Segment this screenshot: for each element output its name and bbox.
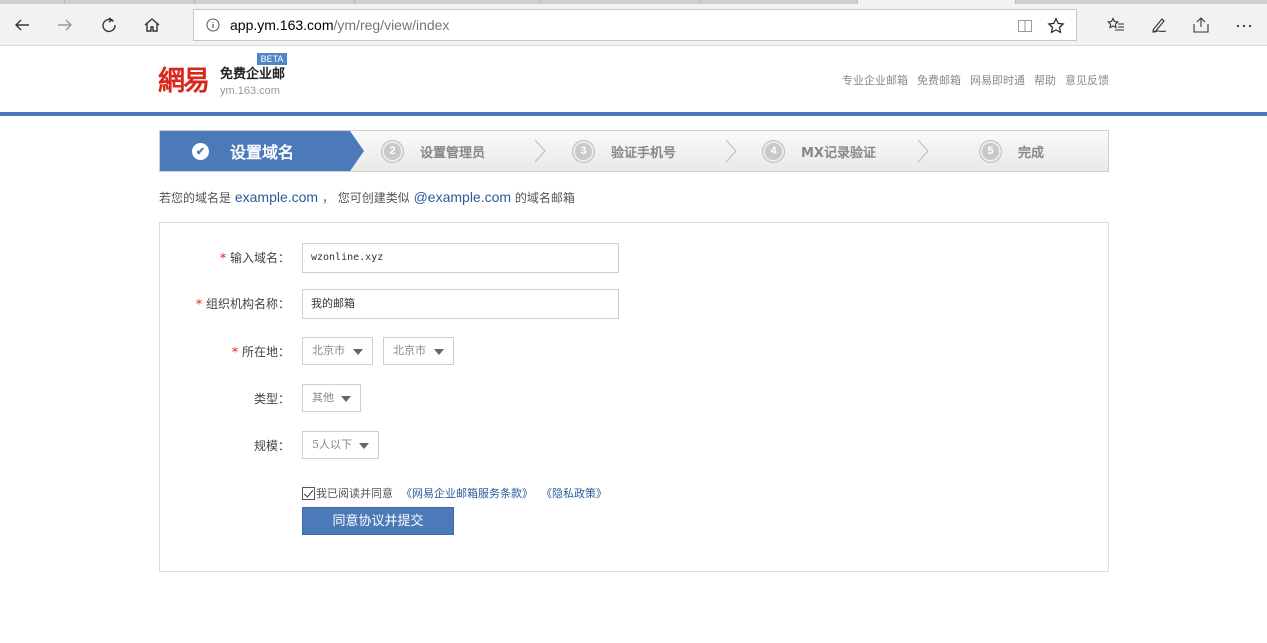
location-row: * 所在地： 北京市 北京市: [160, 337, 1110, 367]
city-value: 北京市: [393, 344, 426, 357]
logo-title: 免费企业邮: [220, 67, 286, 82]
refresh-button[interactable]: [94, 10, 124, 40]
type-select[interactable]: 其他: [302, 384, 361, 412]
step-label: 完成: [1018, 145, 1045, 161]
check-icon: ✔: [190, 140, 211, 162]
caret-down-icon: [353, 349, 363, 355]
location-label: * 所在地：: [232, 343, 290, 360]
caret-down-icon: [434, 349, 444, 355]
hint-example-email: @example.com: [413, 189, 512, 205]
nav-link-feedback[interactable]: 意见反馈: [1065, 72, 1109, 88]
site-header: 網易 BETA 免费企业邮 ym.163.com 专业企业邮箱 免费邮箱 网易即…: [0, 47, 1267, 112]
chevron-right-icon: [725, 139, 737, 163]
step-label: 设置管理员: [420, 145, 486, 161]
registration-form: * 输入域名： wzonline.xyz * 组织机构名称： 我的邮箱 * 所在地： …: [159, 222, 1109, 572]
domain-row: * 输入域名： wzonline.xyz: [160, 243, 1110, 273]
hint-prefix: 若您的域名是: [159, 191, 232, 205]
favorites-button[interactable]: [1105, 14, 1127, 36]
org-name-input[interactable]: 我的邮箱: [302, 289, 619, 319]
type-label: 类型：: [253, 392, 290, 406]
step-5: 5 完成: [980, 131, 1044, 171]
arrow-left-icon: [15, 19, 29, 31]
logo-subtitle: ym.163.com: [220, 85, 280, 97]
star-icon[interactable]: [1047, 17, 1065, 35]
agree-checkbox[interactable]: [302, 486, 315, 500]
step-1: ✔ 设置域名: [190, 131, 294, 171]
hint-middle: ， 您可创建类似: [321, 191, 410, 205]
arrow-right-icon: [58, 19, 72, 31]
scale-select[interactable]: 5人以下: [302, 431, 379, 459]
domain-input[interactable]: wzonline.xyz: [302, 243, 619, 273]
agree-text: 我已阅读并同意: [316, 487, 393, 500]
active-step-arrow: [350, 131, 364, 171]
hint-suffix: 的域名邮箱: [514, 191, 575, 205]
required-mark: *: [219, 251, 226, 265]
notes-button[interactable]: [1148, 14, 1170, 36]
nav-link-popo[interactable]: 网易即时通: [970, 72, 1025, 88]
reading-view-icon[interactable]: [1017, 18, 1033, 34]
step-2: 2 设置管理员: [382, 131, 485, 171]
nav-link-enterprise-mail[interactable]: 专业企业邮箱: [842, 72, 908, 88]
required-mark: *: [195, 297, 202, 311]
share-icon: [1193, 17, 1209, 33]
more-button[interactable]: [1233, 14, 1255, 36]
header-divider: [0, 112, 1267, 116]
org-label: * 组织机构名称：: [196, 295, 290, 312]
step-number: 2: [382, 140, 403, 162]
type-value: 其他: [312, 391, 334, 404]
scale-label: 规模：: [253, 439, 290, 453]
forward-button[interactable]: [50, 10, 80, 40]
more-dots-icon: [1236, 24, 1252, 28]
step-progress: ✔ 设置域名 2 设置管理员 3 验证手机号 4 MX记录验证 5 完成: [159, 130, 1109, 172]
submit-button[interactable]: 同意协议并提交: [302, 507, 454, 535]
share-button[interactable]: [1190, 14, 1212, 36]
caret-down-icon: [359, 443, 369, 449]
chevron-right-icon: [534, 139, 546, 163]
address-bar[interactable]: app.ym.163.com/ym/reg/view/index: [193, 9, 1077, 41]
step-number: 3: [573, 140, 594, 162]
step-number: 5: [980, 140, 1001, 162]
home-icon: [144, 18, 160, 32]
city-select[interactable]: 北京市: [383, 337, 454, 365]
beta-badge: BETA: [257, 53, 287, 65]
province-select[interactable]: 北京市: [302, 337, 373, 365]
chevron-right-icon: [917, 139, 929, 163]
privacy-link[interactable]: 《隐私政策》: [541, 485, 607, 501]
step-label: 验证手机号: [611, 145, 677, 161]
url-text[interactable]: app.ym.163.com/ym/reg/view/index: [230, 17, 449, 33]
scale-value: 5人以下: [312, 438, 352, 451]
browser-toolbar: app.ym.163.com/ym/reg/view/index: [0, 4, 1267, 46]
terms-link[interactable]: 《网易企业邮箱服务条款》: [401, 485, 533, 501]
hint-example-domain: example.com: [234, 189, 319, 205]
nav-link-help[interactable]: 帮助: [1034, 72, 1056, 88]
step-4: 4 MX记录验证: [763, 131, 876, 171]
top-nav: 专业企业邮箱 免费邮箱 网易即时通 帮助 意见反馈: [842, 72, 1109, 88]
back-button[interactable]: [7, 10, 37, 40]
refresh-icon: [102, 17, 116, 33]
nav-link-free-mail[interactable]: 免费邮箱: [917, 72, 961, 88]
info-icon[interactable]: [206, 18, 220, 32]
org-row: * 组织机构名称： 我的邮箱: [160, 289, 1110, 319]
step-label: 设置域名: [230, 143, 295, 162]
domain-label: * 输入域名：: [220, 249, 290, 266]
province-value: 北京市: [312, 344, 345, 357]
org-label-text: 组织机构名称：: [205, 297, 290, 311]
favorites-list-icon: [1107, 17, 1124, 31]
step-number: 4: [763, 140, 784, 162]
location-label-text: 所在地：: [241, 345, 290, 359]
home-button[interactable]: [137, 10, 167, 40]
domain-label-text: 输入域名：: [229, 251, 290, 265]
agreement-row: 我已阅读并同意 《网易企业邮箱服务条款》 《隐私政策》: [302, 485, 607, 501]
domain-hint: 若您的域名是 example.com ， 您可创建类似 @example.com…: [159, 189, 575, 206]
required-mark: *: [231, 345, 238, 359]
step-3: 3 验证手机号: [573, 131, 676, 171]
step-label: MX记录验证: [801, 145, 876, 161]
caret-down-icon: [341, 396, 351, 402]
pen-icon: [1151, 18, 1167, 33]
netease-logo[interactable]: 網易: [158, 66, 210, 98]
type-row: 类型： 其他: [160, 384, 1110, 414]
scale-row: 规模： 5人以下: [160, 431, 1110, 461]
